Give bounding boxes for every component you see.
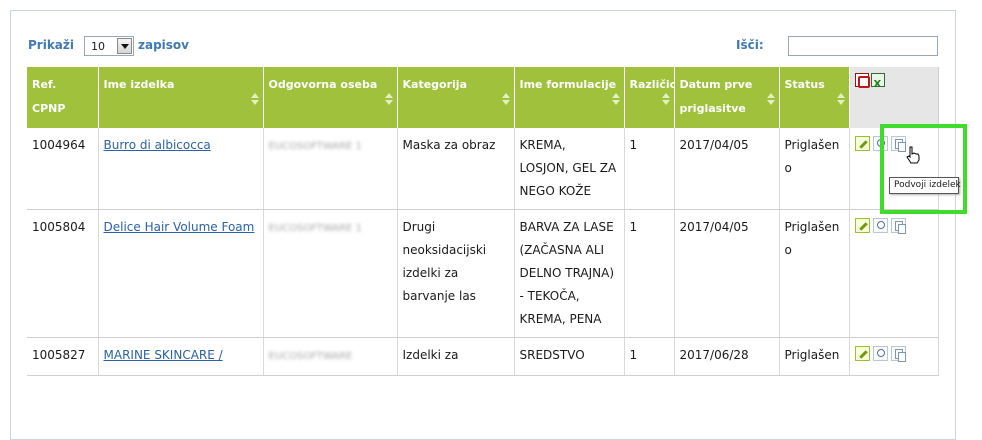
- cell-status: Priglašen o: [779, 209, 850, 338]
- cell-formulation: KREMA, LOSJON, GEL ZA NEGO KOŽE: [514, 128, 625, 210]
- sort-icon: [384, 93, 393, 107]
- column-header-category[interactable]: Kategorija: [397, 67, 515, 128]
- cell-actions: [849, 209, 939, 338]
- column-header-formulation[interactable]: Ime formulacije: [514, 67, 625, 128]
- cell-ref: 1005804: [27, 209, 99, 338]
- cell-version: 1: [624, 128, 675, 210]
- excel-export-icon[interactable]: [870, 73, 885, 97]
- cell-ref: 1005827: [27, 337, 99, 376]
- sort-icon: [661, 93, 670, 107]
- cell-formulation: SREDSTVO: [514, 337, 625, 376]
- products-table: Ref. CPNP Ime izdelka Odgovorna oseba Ka…: [27, 67, 939, 376]
- pdf-export-icon[interactable]: [854, 73, 870, 88]
- cell-actions: [849, 337, 939, 376]
- cell-category: Drugi neoksidacijski izdelki za barvanje…: [397, 209, 515, 338]
- cell-version: 1: [624, 209, 675, 338]
- product-link[interactable]: MARINE SKINCARE /: [104, 348, 223, 362]
- table-controls: Prikaži 10 zapisov Išči:: [28, 36, 940, 58]
- cell-product: MARINE SKINCARE /: [98, 337, 264, 376]
- column-header-actions: [849, 67, 939, 128]
- product-link[interactable]: Delice Hair Volume Foam: [104, 220, 255, 234]
- cell-product: Burro di albicocca: [98, 128, 264, 210]
- cell-ref: 1004964: [27, 128, 99, 210]
- table-row: 1005804 Delice Hair Volume Foam EUCOSOFT…: [27, 209, 939, 338]
- person-redacted: EUCOSOFTWARE: [268, 351, 353, 362]
- sort-icon: [501, 93, 510, 107]
- table-header-row: Ref. CPNP Ime izdelka Odgovorna oseba Ka…: [27, 67, 939, 128]
- view-icon[interactable]: [872, 346, 888, 361]
- duplicate-icon[interactable]: [890, 218, 906, 234]
- cell-date: 2017/04/05: [674, 209, 780, 338]
- records-label: zapisov: [138, 38, 189, 52]
- edit-icon[interactable]: [854, 218, 870, 233]
- cell-product: Delice Hair Volume Foam: [98, 209, 264, 338]
- cell-person: EUCOSOFTWARE 1: [263, 209, 398, 338]
- cell-version: 1: [624, 337, 675, 376]
- edit-icon[interactable]: [854, 136, 870, 151]
- view-icon[interactable]: [872, 218, 888, 233]
- dropdown-arrow-icon[interactable]: [117, 38, 132, 54]
- cell-person: EUCOSOFTWARE 1: [263, 128, 398, 210]
- sort-icon: [766, 93, 775, 107]
- column-header-product[interactable]: Ime izdelka: [98, 67, 264, 128]
- cell-category: Maska za obraz: [397, 128, 515, 210]
- hand-cursor-icon: [906, 146, 920, 164]
- cell-status: Priglašen: [779, 337, 850, 376]
- person-redacted: EUCOSOFTWARE 1: [268, 223, 362, 234]
- cell-person: EUCOSOFTWARE: [263, 337, 398, 376]
- duplicate-highlight-box: [880, 124, 967, 214]
- duplicate-icon[interactable]: [890, 346, 906, 362]
- search-label: Išči:: [736, 38, 764, 52]
- cell-date: 2017/04/05: [674, 128, 780, 210]
- column-header-person[interactable]: Odgovorna oseba: [263, 67, 398, 128]
- sort-icon: [611, 93, 620, 107]
- product-link[interactable]: Burro di albicocca: [104, 138, 211, 152]
- edit-icon[interactable]: [854, 346, 870, 361]
- duplicate-tooltip: Podvoji izdelek: [889, 177, 961, 194]
- column-header-version[interactable]: Različica: [624, 67, 684, 128]
- sort-icon: [836, 93, 845, 107]
- page-size-value: 10: [91, 40, 105, 53]
- cell-formulation: BARVA ZA LASE (ZAČASNA ALI DELNO TRAJNA)…: [514, 209, 625, 338]
- show-label: Prikaži: [28, 38, 75, 52]
- sort-icon: [250, 93, 259, 107]
- page-size-select[interactable]: 10: [84, 36, 134, 56]
- cell-status: Priglašen o: [779, 128, 850, 210]
- search-input[interactable]: [788, 36, 938, 56]
- person-redacted: EUCOSOFTWARE 1: [268, 141, 362, 152]
- column-header-date[interactable]: Datum prve priglasitve: [674, 67, 780, 128]
- cell-category: Izdelki za: [397, 337, 515, 376]
- column-header-status[interactable]: Status: [779, 67, 850, 128]
- column-header-ref[interactable]: Ref. CPNP: [27, 67, 99, 128]
- cell-date: 2017/06/28: [674, 337, 780, 376]
- table-row: 1004964 Burro di albicocca EUCOSOFTWARE …: [27, 128, 939, 210]
- table-row: 1005827 MARINE SKINCARE / EUCOSOFTWARE I…: [27, 337, 939, 376]
